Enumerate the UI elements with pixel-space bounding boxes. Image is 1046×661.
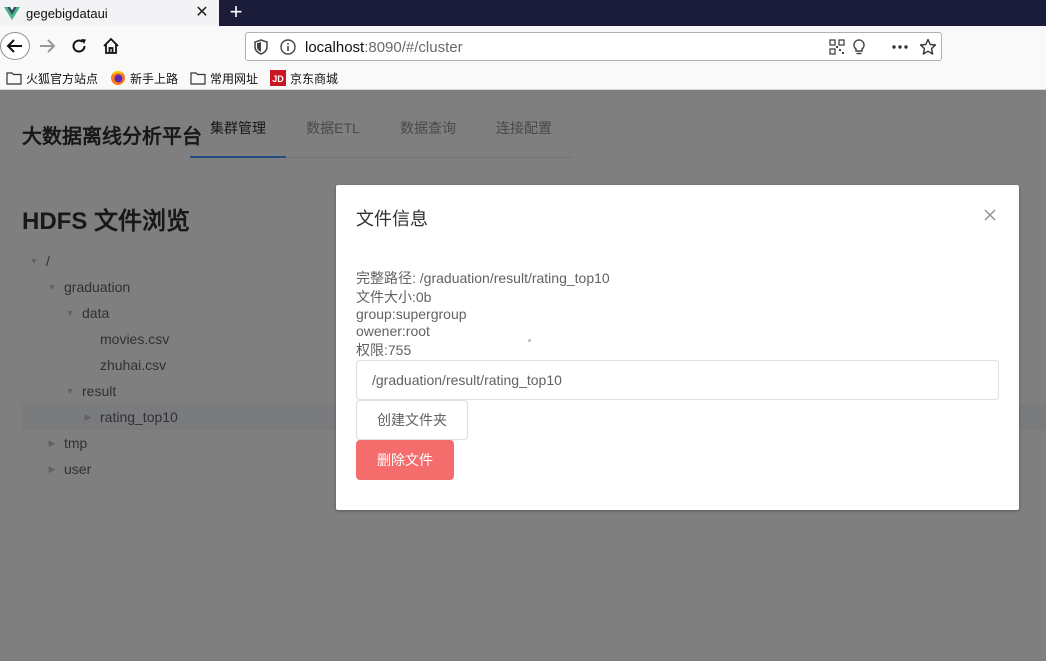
close-icon[interactable] <box>981 206 999 224</box>
bookmark-label: 常用网址 <box>210 71 259 86</box>
svg-text:JD: JD <box>272 74 284 84</box>
stray-dot <box>528 339 531 342</box>
folder-icon <box>190 72 206 85</box>
browser-navbar: localhost:8090/#/cluster <box>0 26 1046 66</box>
firefox-logo-icon <box>111 70 125 85</box>
browser-tab-strip: gegebigdataui ✕ + <box>0 0 1046 26</box>
delete-file-button[interactable]: 删除文件 <box>356 440 454 480</box>
create-folder-button[interactable]: 创建文件夹 <box>356 400 468 440</box>
new-tab-icon[interactable]: + <box>226 1 246 23</box>
info-full-path: 完整路径: /graduation/result/rating_top10 <box>356 270 610 286</box>
shield-icon[interactable] <box>252 38 270 56</box>
home-button[interactable] <box>97 32 125 60</box>
bookmark-getting-started[interactable]: 新手上路 <box>110 69 178 87</box>
bookmark-label: 新手上路 <box>130 71 179 86</box>
bookmark-label: 京东商城 <box>290 71 339 86</box>
url-host: localhost <box>305 39 365 56</box>
folder-icon <box>6 72 22 85</box>
tab-title: gegebigdataui <box>26 5 108 21</box>
path-input[interactable] <box>356 360 999 400</box>
url-text: localhost:8090/#/cluster <box>305 39 463 56</box>
dialog-title: 文件信息 <box>356 209 428 229</box>
vue-logo-icon <box>4 7 20 20</box>
qr-code-icon[interactable] <box>828 38 846 56</box>
info-owner: owener:root <box>356 323 430 339</box>
bookmark-common-sites[interactable]: 常用网址 <box>190 69 258 87</box>
info-icon[interactable] <box>279 38 297 56</box>
info-file-size: 文件大小:0b <box>356 289 432 305</box>
back-arrow-icon <box>6 39 22 53</box>
url-path: :8090/#/cluster <box>364 39 463 56</box>
info-group: group:supergroup <box>356 306 467 322</box>
bookmarks-toolbar: 火狐官方站点 新手上路 常用网址 JD 京东商城 <box>0 66 1046 90</box>
forward-button[interactable] <box>33 32 61 60</box>
lightbulb-icon[interactable] <box>850 38 868 56</box>
address-bar[interactable]: localhost:8090/#/cluster <box>245 32 942 61</box>
back-button[interactable] <box>0 32 30 60</box>
bookmark-jd-mall[interactable]: JD 京东商城 <box>270 69 338 87</box>
forward-arrow-icon <box>40 39 56 53</box>
reload-button[interactable] <box>65 32 93 60</box>
jd-logo-icon: JD <box>270 70 286 86</box>
bookmark-label: 火狐官方站点 <box>26 71 99 86</box>
more-actions-icon[interactable] <box>891 38 909 56</box>
info-permission: 权限:755 <box>356 342 412 358</box>
reload-icon <box>72 39 86 53</box>
file-info-dialog: 文件信息 完整路径: /graduation/result/rating_top… <box>336 185 1019 510</box>
home-icon <box>103 37 119 54</box>
browser-tab[interactable]: gegebigdataui ✕ <box>0 0 219 26</box>
bookmark-firefox-official[interactable]: 火狐官方站点 <box>6 69 98 87</box>
close-tab-icon[interactable]: ✕ <box>195 5 209 21</box>
bookmark-star-icon[interactable] <box>919 38 937 56</box>
